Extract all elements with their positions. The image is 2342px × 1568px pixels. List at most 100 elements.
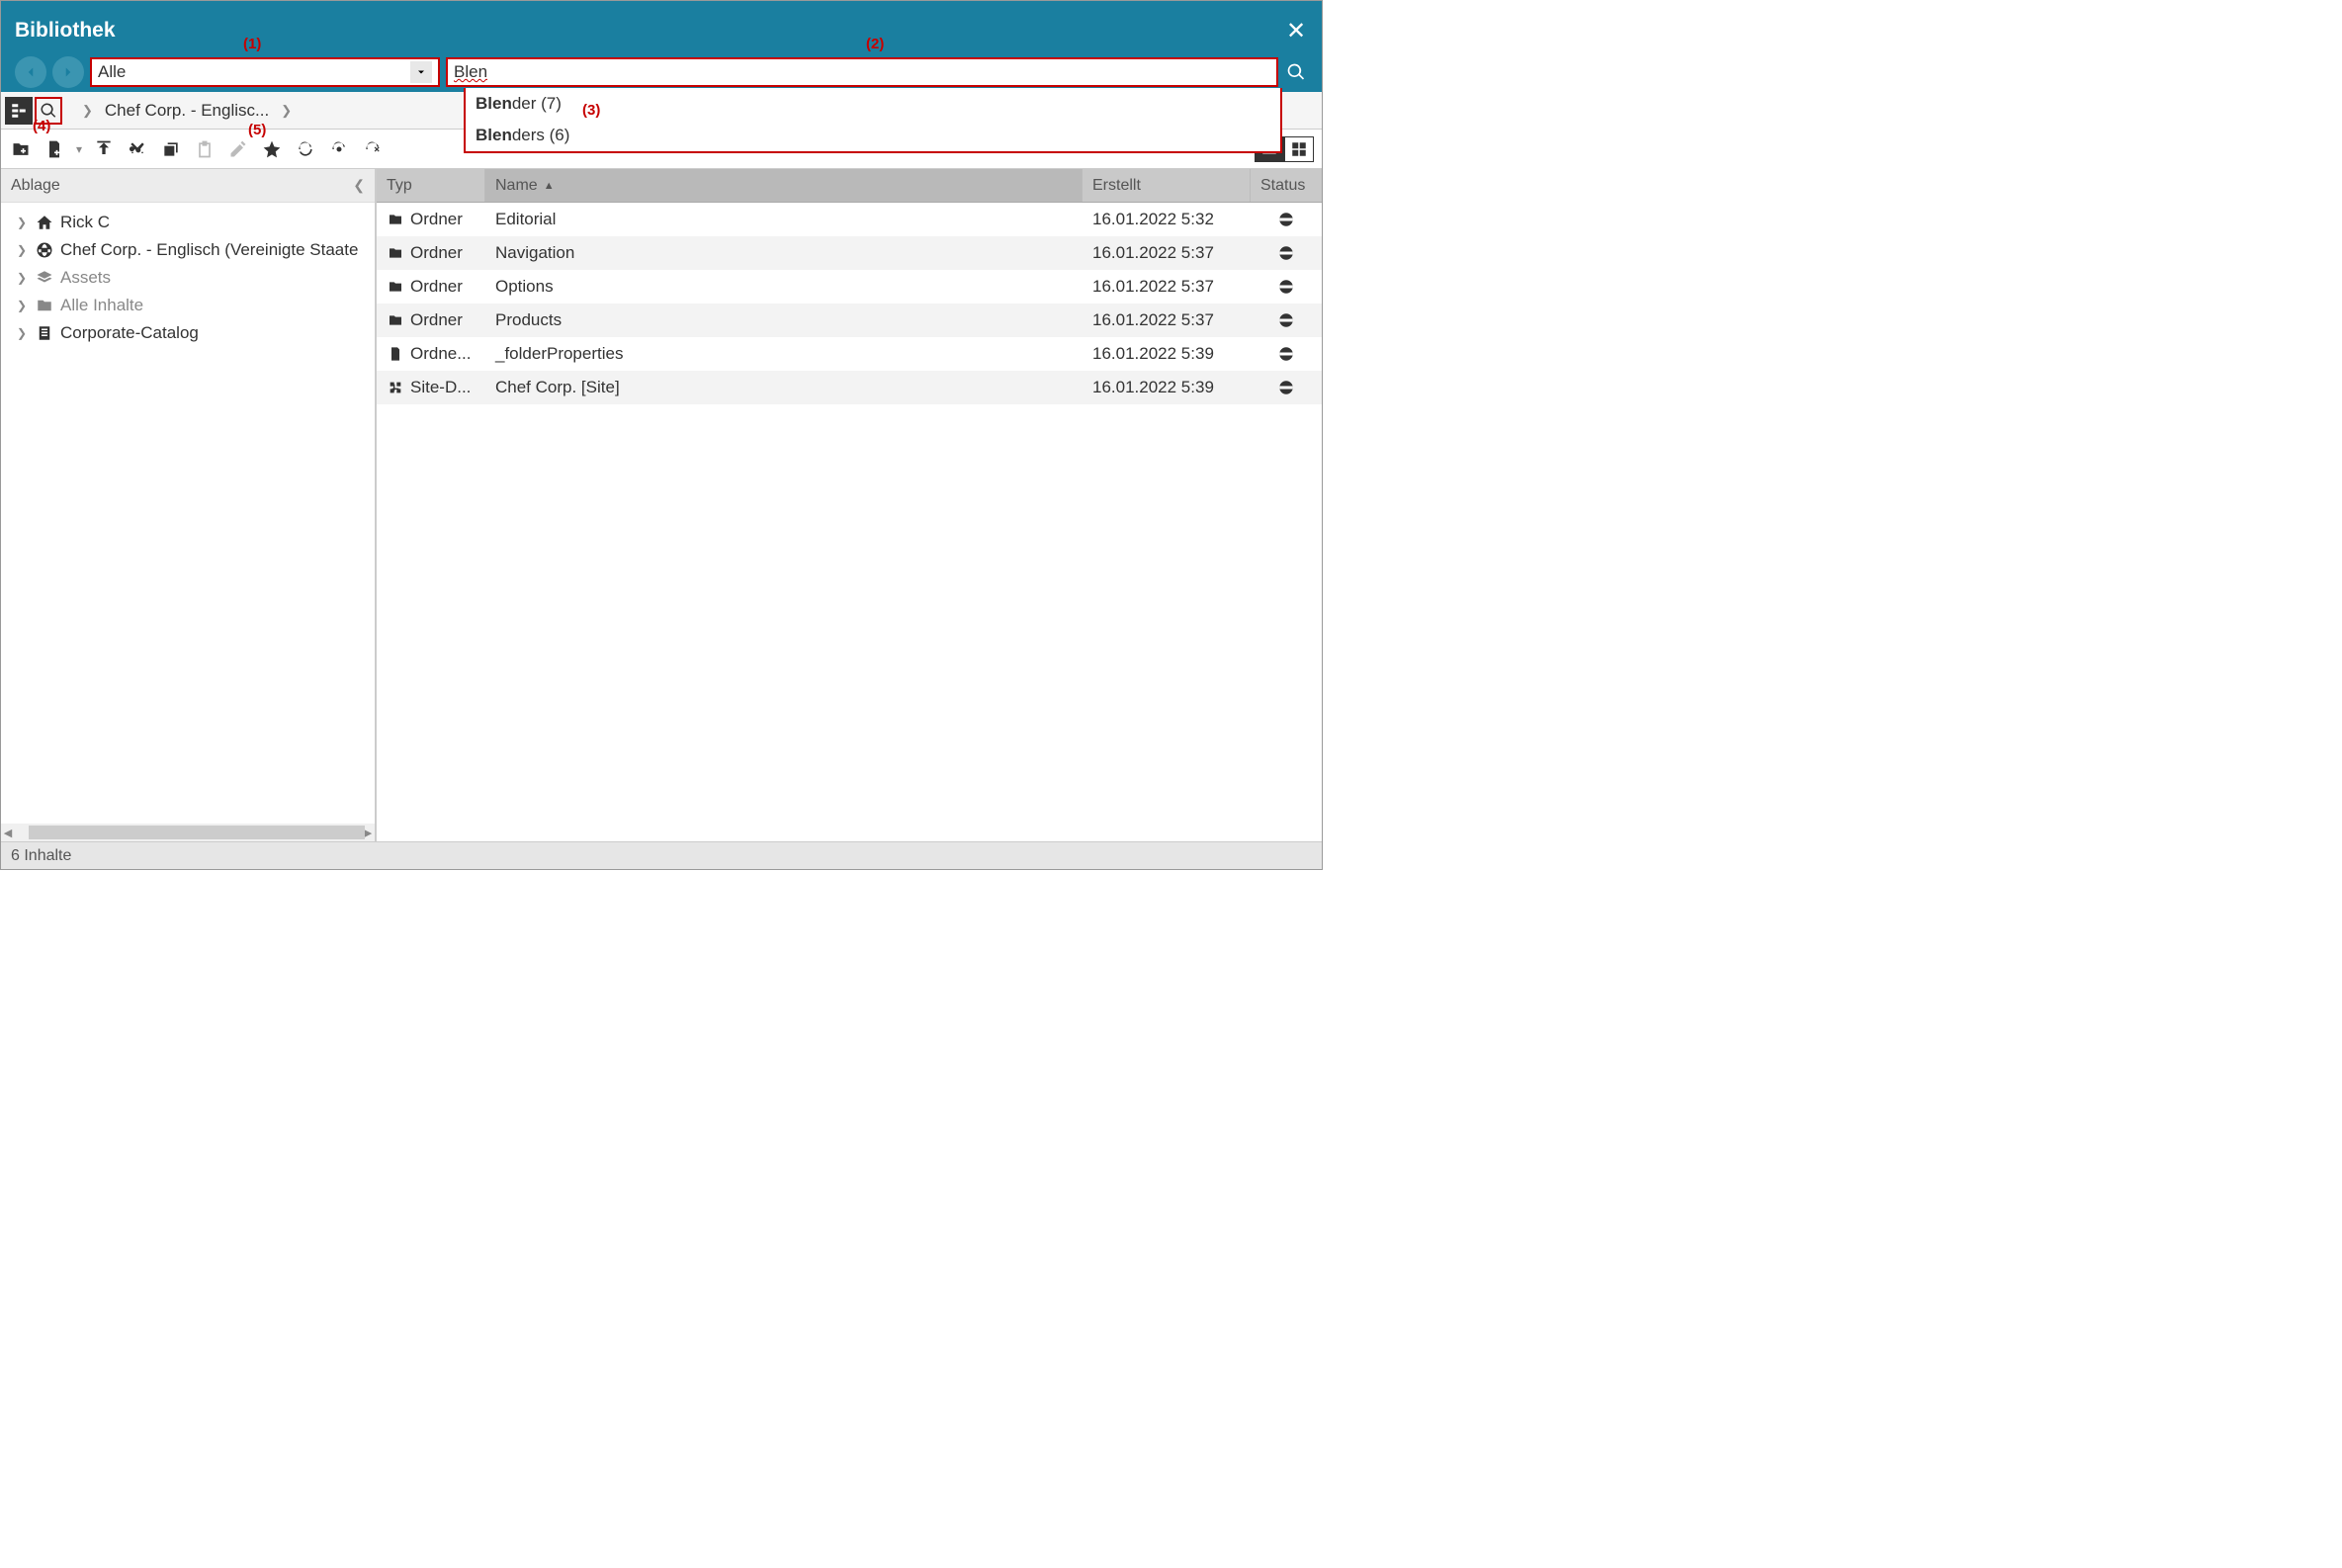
column-header-status[interactable]: Status: [1251, 169, 1322, 202]
cell-typ: Ordner: [377, 277, 485, 297]
nav-back-button[interactable]: [15, 56, 46, 88]
cell-name: _folderProperties: [485, 344, 1083, 364]
status-icon: [1277, 379, 1295, 396]
cell-erstellt: 16.01.2022 5:32: [1083, 210, 1251, 229]
search-suggestions-dropdown: Blender (7) (3) Blenders (6): [464, 88, 1282, 153]
statusbar-text: 6 Inhalte: [11, 847, 71, 865]
folder-icon: [387, 278, 404, 296]
copy-button[interactable]: [159, 137, 183, 161]
column-header-typ[interactable]: Typ: [377, 169, 485, 202]
tree: ❯ Rick C❯ Chef Corp. - Englisch (Vereini…: [1, 203, 375, 824]
table-row[interactable]: Ordner Products 16.01.2022 5:37: [377, 304, 1322, 337]
expand-icon[interactable]: ❯: [17, 299, 29, 312]
refresh-button[interactable]: [294, 137, 317, 161]
new-page-button[interactable]: [43, 137, 66, 161]
site-icon: [387, 379, 404, 396]
cell-typ: Ordne...: [377, 344, 485, 364]
tree-item-label: Chef Corp. - Englisch (Vereinigte Staate: [60, 240, 358, 260]
tree-item[interactable]: ❯ Alle Inhalte: [1, 292, 375, 319]
window-title: Bibliothek: [15, 19, 116, 43]
breadcrumb-item[interactable]: Chef Corp. - Englisc...: [101, 101, 273, 121]
tree-item[interactable]: ❯ Rick C: [1, 209, 375, 236]
column-header-name[interactable]: Name▲: [485, 169, 1083, 202]
tree-item[interactable]: ❯ Chef Corp. - Englisch (Vereinigte Staa…: [1, 236, 375, 264]
horizontal-scrollbar[interactable]: ◀ ▶: [1, 824, 375, 841]
cell-status: [1251, 244, 1322, 262]
sidepanel-header: Ablage ❮: [1, 169, 375, 203]
tree-mode-button[interactable]: [5, 97, 33, 125]
status-icon: [1277, 244, 1295, 262]
cut-button[interactable]: [126, 137, 149, 161]
cell-status: [1251, 211, 1322, 228]
cell-name: Options: [485, 277, 1083, 297]
expand-icon[interactable]: ❯: [17, 271, 29, 285]
breadcrumb-chevron-icon[interactable]: ❯: [74, 103, 101, 119]
expand-icon[interactable]: ❯: [17, 243, 29, 257]
expand-icon[interactable]: ❯: [17, 216, 29, 229]
titlebar: Bibliothek ✕ (1) (2) Alle Blen: [1, 1, 1322, 92]
main-content: Typ Name▲ Erstellt Status Ordner Editori…: [377, 169, 1322, 841]
sidepanel-collapse-button[interactable]: ❮: [353, 177, 365, 194]
folder-icon: [387, 311, 404, 329]
cell-name: Editorial: [485, 210, 1083, 229]
status-icon: [1277, 311, 1295, 329]
page-icon: [387, 345, 404, 363]
cell-typ: Ordner: [377, 210, 485, 229]
new-folder-button[interactable]: [9, 137, 33, 161]
tree-item[interactable]: ❯ Corporate-Catalog: [1, 319, 375, 347]
tree-item-label: Corporate-Catalog: [60, 323, 199, 343]
cell-erstellt: 16.01.2022 5:39: [1083, 378, 1251, 397]
nav-forward-button[interactable]: [52, 56, 84, 88]
status-icon: [1277, 345, 1295, 363]
tree-item-label: Alle Inhalte: [60, 296, 143, 315]
annotation-3: (3): [582, 102, 600, 119]
search-text: Blen: [454, 62, 487, 82]
grid-view-button[interactable]: [1284, 136, 1314, 162]
layers-icon: [35, 268, 54, 288]
annotation-1: (1): [243, 36, 261, 52]
sidepanel: Ablage ❮ ❯ Rick C❯ Chef Corp. - Englisch…: [1, 169, 377, 841]
globe-icon: [35, 240, 54, 260]
filter-dropdown[interactable]: Alle: [90, 57, 440, 87]
folder-icon: [387, 211, 404, 228]
cell-erstellt: 16.01.2022 5:37: [1083, 243, 1251, 263]
annotation-2: (2): [866, 36, 884, 52]
expand-icon[interactable]: ❯: [17, 326, 29, 340]
search-input[interactable]: Blen: [446, 57, 1278, 87]
toolbar-separator-chevron[interactable]: ▾: [76, 142, 82, 156]
publish-button[interactable]: [92, 137, 116, 161]
table-row[interactable]: Ordne... _folderProperties 16.01.2022 5:…: [377, 337, 1322, 371]
breadcrumb-chevron-icon[interactable]: ❯: [273, 103, 300, 119]
cell-erstellt: 16.01.2022 5:37: [1083, 310, 1251, 330]
table-row[interactable]: Ordner Options 16.01.2022 5:37: [377, 270, 1322, 304]
home-icon: [35, 213, 54, 232]
search-button[interactable]: [1284, 60, 1308, 84]
table-row[interactable]: Ordner Navigation 16.01.2022 5:37: [377, 236, 1322, 270]
cell-name: Products: [485, 310, 1083, 330]
cell-erstellt: 16.01.2022 5:39: [1083, 344, 1251, 364]
cell-typ: Site-D...: [377, 378, 485, 397]
sort-asc-icon: ▲: [544, 180, 555, 192]
edit-button[interactable]: [226, 137, 250, 161]
cell-status: [1251, 278, 1322, 296]
bookmark-button[interactable]: [260, 137, 284, 161]
tree-item[interactable]: ❯ Assets: [1, 264, 375, 292]
tree-item-label: Rick C: [60, 213, 110, 232]
folder-icon: [387, 244, 404, 262]
paste-button[interactable]: [193, 137, 217, 161]
chevron-down-icon: [410, 61, 432, 83]
filter-value: Alle: [98, 62, 126, 82]
table-row[interactable]: Site-D... Chef Corp. [Site] 16.01.2022 5…: [377, 371, 1322, 404]
cell-name: Chef Corp. [Site]: [485, 378, 1083, 397]
table-row[interactable]: Ordner Editorial 16.01.2022 5:32: [377, 203, 1322, 236]
suggestion-item[interactable]: Blenders (6): [466, 120, 1280, 151]
cell-typ: Ordner: [377, 243, 485, 263]
refresh-settings-button[interactable]: [327, 137, 351, 161]
statusbar: 6 Inhalte: [1, 841, 1322, 869]
close-button[interactable]: ✕: [1284, 17, 1308, 45]
status-icon: [1277, 278, 1295, 296]
refresh-cancel-button[interactable]: [361, 137, 385, 161]
column-header-erstellt[interactable]: Erstellt: [1083, 169, 1251, 202]
folder-icon: [35, 296, 54, 315]
status-icon: [1277, 211, 1295, 228]
